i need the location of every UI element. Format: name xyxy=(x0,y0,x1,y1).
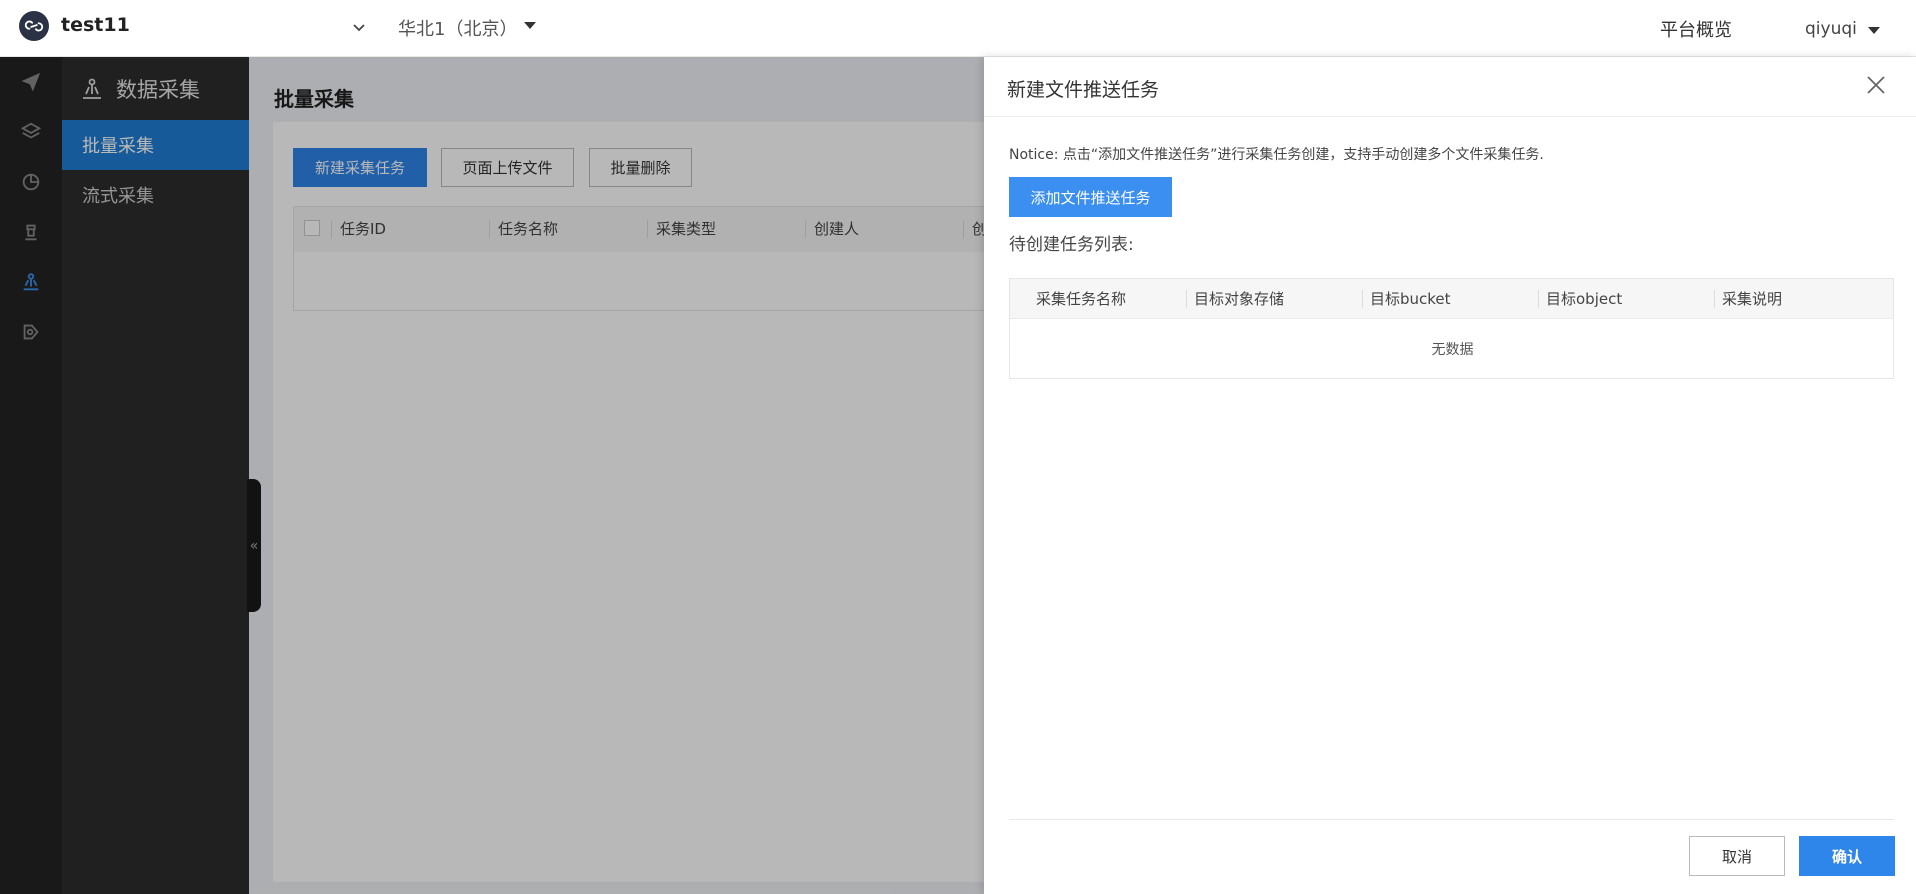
drawer-title: 新建文件推送任务 xyxy=(1007,79,1160,101)
modal-overlay[interactable] xyxy=(0,57,984,894)
new-file-push-task-drawer: 新建文件推送任务 Notice: 点击“添加文件推送任务”进行采集任务创建，支持… xyxy=(984,57,1916,894)
region-selector[interactable]: 华北1（北京） xyxy=(398,15,517,41)
pending-list-label: 待创建任务列表: xyxy=(1009,235,1134,255)
drawer-header: 新建文件推送任务 xyxy=(984,57,1916,117)
caret-down-icon[interactable] xyxy=(524,22,536,29)
user-menu[interactable]: qiyuqi xyxy=(1805,19,1857,39)
column-header: 目标对象存储 xyxy=(1186,290,1284,308)
column-header: 目标object xyxy=(1538,290,1622,308)
confirm-button[interactable]: 确认 xyxy=(1799,836,1895,876)
close-icon[interactable] xyxy=(1864,73,1888,97)
cancel-button[interactable]: 取消 xyxy=(1689,836,1785,876)
add-file-push-task-button[interactable]: 添加文件推送任务 xyxy=(1009,177,1172,217)
platform-overview-link[interactable]: 平台概览 xyxy=(1660,16,1732,42)
column-header: 采集说明 xyxy=(1714,290,1782,308)
chevron-down-icon[interactable] xyxy=(350,18,368,36)
pending-task-table: 采集任务名称 目标对象存储 目标bucket 目标object 采集说明 无数据 xyxy=(1009,278,1894,379)
notice-text: Notice: 点击“添加文件推送任务”进行采集任务创建，支持手动创建多个文件采… xyxy=(1009,147,1544,163)
divider xyxy=(1009,819,1894,820)
table-header: 采集任务名称 目标对象存储 目标bucket 目标object 采集说明 xyxy=(1010,279,1893,319)
empty-state-text: 无数据 xyxy=(1431,342,1474,358)
top-navbar: test11 华北1（北京） 平台概览 qiyuqi xyxy=(0,0,1916,57)
project-name[interactable]: test11 xyxy=(61,14,130,36)
column-header: 目标bucket xyxy=(1362,290,1451,308)
cloud-logo-icon[interactable] xyxy=(19,11,49,41)
caret-down-icon[interactable] xyxy=(1868,27,1880,34)
column-header: 采集任务名称 xyxy=(1036,290,1127,308)
